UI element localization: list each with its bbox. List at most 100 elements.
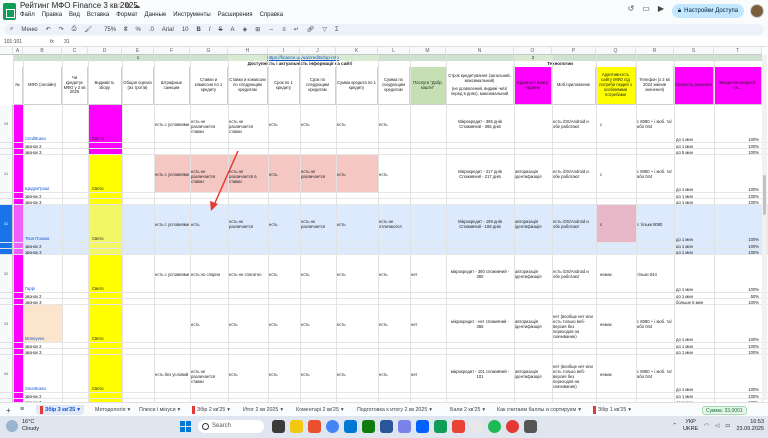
cell-bank[interactable]: авторизація ідентифікація [515,219,551,229]
cell-rates[interactable]: есть не различается ставки [191,169,227,184]
paint-format-icon[interactable]: 🖌︎ [84,26,92,33]
menu-insert[interactable]: Вставка [87,12,109,18]
cell-sum1[interactable]: есть [337,322,377,327]
share-button[interactable]: 🔒︎ Настройки Доступа [672,4,744,18]
cell-sum2[interactable]: есть [379,322,409,327]
cell-app[interactable]: нет (вообще нет или есть только веб-верс… [553,314,595,339]
language-indicator[interactable]: УКР UKRE [683,419,698,433]
percent-icon[interactable]: % [135,27,140,33]
cell-adapt[interactable]: немає [600,372,634,377]
row-header[interactable]: 32 [0,255,13,293]
merge-icon[interactable]: ⇔ [268,27,274,33]
borders-icon[interactable]: ⊞ [255,26,260,33]
cell-app[interactable]: есть iOS/Android и обе работают [553,169,595,179]
cell-app[interactable]: есть iOS/Android и обе работают [553,119,595,129]
header-col-help[interactable]: Послуги "Добр кошти" [410,67,446,105]
menu-search-label[interactable]: Меню [21,27,37,33]
avatar[interactable] [750,4,764,18]
menu-data[interactable]: Данные [145,12,167,18]
mfo-name[interactable]: Твоя Позика [25,236,61,241]
scroll-thumb[interactable] [763,175,766,215]
text-color-icon[interactable]: A [231,27,235,33]
print-icon[interactable]: ⎙ [72,26,77,33]
comment-icon[interactable]: ▭ [642,4,650,13]
header-col-app[interactable]: Моб.приложение [552,67,596,105]
cell-term2[interactable]: есть [301,372,335,377]
sum-indicator[interactable]: Сумма: 33,0001 [702,406,747,415]
chevron-down-icon[interactable]: ▾ [482,405,485,415]
row-header[interactable]: 34 [0,355,13,393]
cell-sum2[interactable]: есть не отличаются [379,219,409,229]
select-all-corner[interactable] [0,47,13,55]
cell-bank[interactable]: авторизація ідентифікація [515,369,551,379]
cell-sum1[interactable]: есть [337,172,377,177]
cell-credit-term[interactable]: Мікрокредит - 217 днів Споживчий - 217 д… [448,169,512,179]
cell-credit-term[interactable]: Мікрокредит - 169 днів Споживчий - 169 д… [448,219,512,229]
chevron-down-icon[interactable]: ▾ [127,405,130,415]
cell-adapt[interactable]: немає [600,272,634,277]
cell-adapt[interactable]: немає [600,322,634,327]
menu-edit[interactable]: Правка [42,12,62,18]
column-header-q[interactable]: Q [596,47,636,55]
chevron-down-icon[interactable]: ▾ [77,405,80,415]
cell-phone[interactable]: с тільки 8080 [637,222,673,227]
sheet-tab[interactable]: Збір 3 кв'25 ▾ [36,405,84,415]
sheet-tab[interactable]: Методологія ▾ [95,405,130,415]
column-header-k[interactable]: K [336,47,378,55]
cell-sum1[interactable]: есть [337,372,377,377]
menu-tools[interactable]: Инструменты [173,12,210,18]
header-col-adapt[interactable]: Адаптивность сайту МФО під потреби людей… [596,67,636,105]
cell-term2[interactable]: есть [301,122,335,127]
font-size-select[interactable]: 10 [182,27,189,33]
cell-sum1[interactable]: есть [337,272,377,277]
cell-sum1[interactable]: есть [337,122,377,127]
cell-rates2[interactable]: есть не различается ставки [229,119,267,134]
column-header-i[interactable]: I [268,47,300,55]
mfo-name[interactable]: Moneyveo [25,336,61,341]
cell-credit-term[interactable]: мікрокредит - 360 споживчий - 360 [448,269,512,279]
sheets-app-icon[interactable] [434,420,447,433]
menu-file[interactable]: Файл [20,12,35,18]
cell-phone[interactable]: с 8080 + і моб. та/або 044 [637,319,673,329]
menu-view[interactable]: Вид [69,12,80,18]
cell-bank[interactable]: авторизація ідентифікація [515,169,551,179]
column-header-s[interactable]: S [674,47,714,55]
office-icon[interactable] [308,420,321,433]
edge-icon[interactable] [344,420,357,433]
history-icon[interactable]: ↺ [628,4,635,13]
chevron-down-icon[interactable]: ▾ [578,405,581,415]
header-col-overall[interactable]: Общая оценка (из тротіи) [122,67,154,105]
cell-fines[interactable]: есть с условиями [155,222,189,227]
cell-rates2[interactable]: есть [229,372,267,377]
header-col-term1[interactable]: Срок по 1 кредиту [268,67,300,105]
cell-fines[interactable]: есть без условий [155,372,189,377]
header-col-sum2[interactable]: Сумма по следующим кредитам [378,67,410,105]
cell-help[interactable]: нет [411,272,445,277]
row-header[interactable]: 31 [0,205,13,243]
decimal-icon[interactable]: .0 [149,27,154,33]
sheet-tab[interactable]: Коментарі 2 кв'25 ▾ [296,405,344,415]
cell-adapt[interactable]: с [600,172,634,177]
chevron-down-icon[interactable]: ▾ [280,405,283,415]
cell-term2[interactable]: есть [301,272,335,277]
terminal-icon[interactable] [524,420,537,433]
menu-extensions[interactable]: Расширения [218,12,253,18]
header-col-credit-time[interactable]: Введення кредитів та... [714,67,762,105]
cell-rates[interactable]: есть [191,322,227,327]
mfo-name[interactable]: ЩедроГроші [25,186,61,191]
chrome-icon[interactable] [326,420,339,433]
taskbar-search[interactable]: Search [198,420,264,433]
cell-app[interactable]: есть iOS/Android и обе работают [553,269,595,279]
mfo-name[interactable]: SmartKasa [25,386,61,391]
sheet-tab[interactable]: Итог 2 кв 2025 ▾ [243,405,283,415]
cell-rates[interactable]: есть но спорно [191,272,227,277]
star-icon[interactable]: ☆ [116,3,125,10]
cell-term1[interactable]: есть [269,372,299,377]
dropbox-icon[interactable] [416,420,429,433]
cell-fines[interactable]: есть с условиями [155,272,189,277]
column-header-c[interactable]: C [62,47,88,55]
photos-icon[interactable] [470,420,483,433]
header-col-speed[interactable]: Скорость решения [674,67,714,105]
cloud-icon[interactable]: ☁ [133,3,143,10]
header-col-bank[interactable]: Відомості Банку України [514,67,552,105]
